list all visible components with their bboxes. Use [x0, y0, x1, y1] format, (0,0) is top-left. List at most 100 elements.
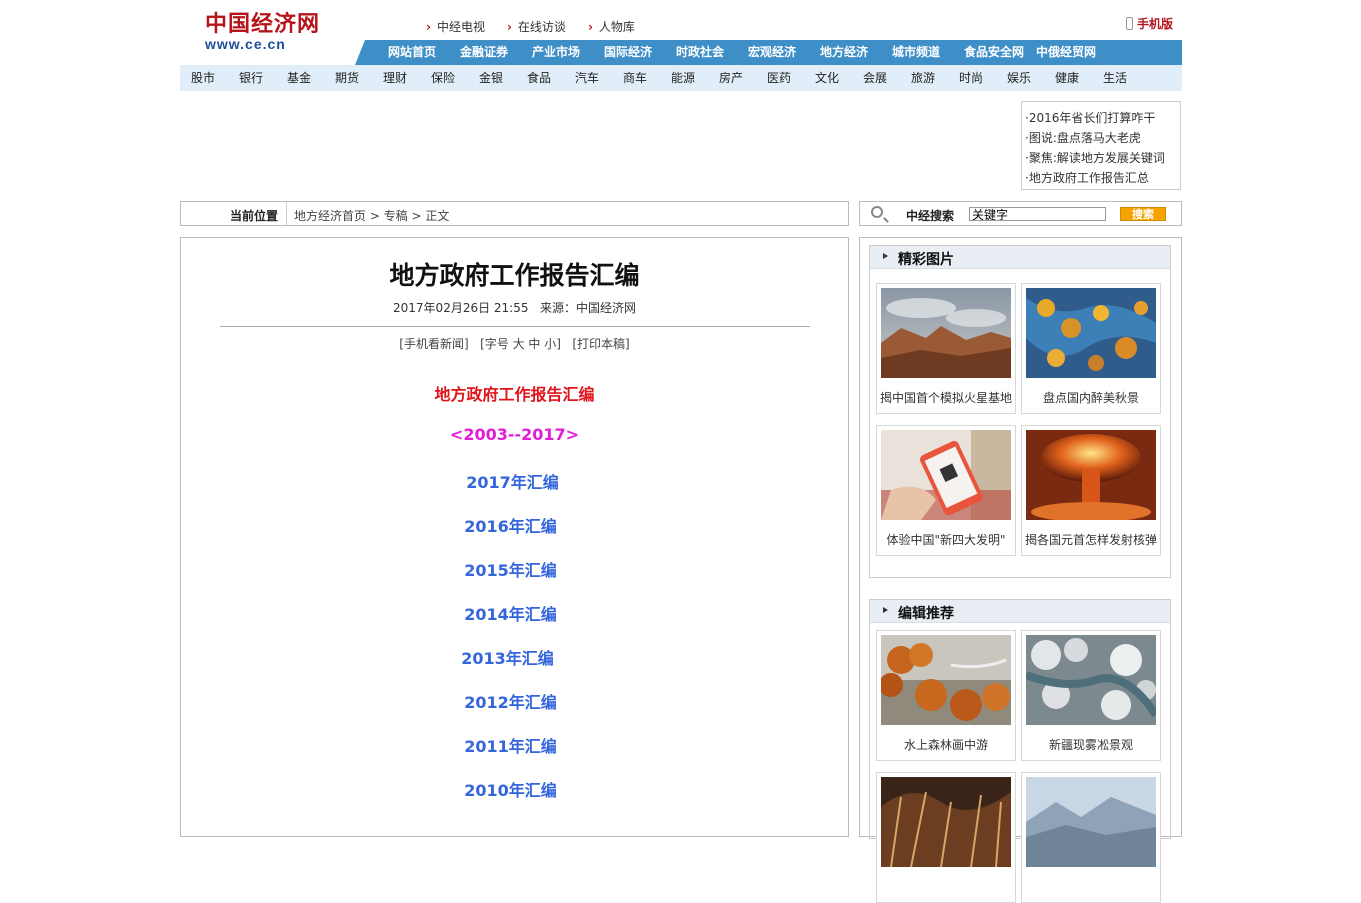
- autumn-scenery-photo: [1026, 288, 1156, 378]
- photo-caption: 揭各国元首怎样发射核弹: [1024, 533, 1157, 547]
- triangle-bullet-icon: [883, 607, 888, 613]
- sub-nav-item[interactable]: 健康: [1055, 65, 1103, 91]
- article-tools: [手机看新闻] [字号 大 中 小] [打印本稿]: [180, 335, 849, 352]
- main-nav-food-safety[interactable]: 食品安全网: [964, 40, 1036, 65]
- year-compilation-link[interactable]: 2015年汇编: [176, 557, 845, 581]
- photo-card[interactable]: 揭中国首个模拟火星基地: [876, 283, 1016, 414]
- main-nav-politics[interactable]: 时政社会: [676, 40, 748, 65]
- main-nav-industry[interactable]: 产业市场: [532, 40, 604, 65]
- sub-nav-item[interactable]: 保险: [431, 65, 479, 91]
- main-nav-home[interactable]: 网站首页: [388, 40, 460, 65]
- logo-chinese-text: 中国经济网: [205, 11, 321, 37]
- photo-card[interactable]: 揭各国元首怎样发射核弹: [1021, 425, 1161, 556]
- sub-nav-item[interactable]: 股市: [191, 65, 239, 91]
- sub-nav-item[interactable]: 旅游: [911, 65, 959, 91]
- top-links: 中经电视 在线访谈 人物库: [426, 18, 635, 36]
- sub-nav-item[interactable]: 银行: [239, 65, 287, 91]
- breadcrumb: 当前位置 地方经济首页 > 专稿 > 正文: [180, 201, 849, 226]
- photo-caption: 揭中国首个模拟火星基地: [879, 391, 1012, 405]
- sub-nav-item[interactable]: 金银: [479, 65, 527, 91]
- sub-nav-item[interactable]: 文化: [815, 65, 863, 91]
- article-heading: 地方政府工作报告汇编: [434, 385, 595, 404]
- breadcrumb-label: 当前位置: [230, 209, 279, 223]
- reed-field-photo: [881, 777, 1011, 867]
- triangle-bullet-icon: [883, 253, 888, 259]
- sub-nav-item[interactable]: 医药: [767, 65, 815, 91]
- year-compilation-link[interactable]: 2010年汇编: [176, 777, 845, 801]
- sub-nav-item[interactable]: 理财: [383, 65, 431, 91]
- search-button[interactable]: 搜索: [1120, 207, 1166, 221]
- main-nav-finance[interactable]: 金融证券: [460, 40, 532, 65]
- font-size-controls[interactable]: [字号 大 中 小]: [480, 337, 561, 351]
- photo-caption: 新疆现雾凇景观: [1048, 738, 1133, 752]
- sub-nav-item[interactable]: 会展: [863, 65, 911, 91]
- sub-nav-item[interactable]: 基金: [287, 65, 335, 91]
- mars-base-photo: [881, 288, 1011, 378]
- rime-landscape-photo: [1026, 635, 1156, 725]
- main-nav-china-russia[interactable]: 中俄经贸网: [1036, 40, 1108, 65]
- sub-nav-item[interactable]: 期货: [335, 65, 383, 91]
- sub-nav-item[interactable]: 食品: [527, 65, 575, 91]
- sub-nav-item[interactable]: 时尚: [959, 65, 1007, 91]
- headline-link[interactable]: 2016年省长们打算咋干: [1025, 108, 1180, 128]
- article-title: 地方政府工作报告汇编: [389, 261, 640, 290]
- phone-icon: [1126, 17, 1133, 30]
- top-link-interview[interactable]: 在线访谈: [507, 18, 566, 36]
- mobile-version-link[interactable]: 手机版: [1126, 15, 1173, 32]
- main-nav: 网站首页 金融证券 产业市场 国际经济 时政社会 宏观经济 地方经济 城市频道 …: [388, 40, 1108, 65]
- panel-title: 精彩图片: [898, 252, 954, 268]
- top-link-tv[interactable]: 中经电视: [426, 18, 485, 36]
- photo-caption: 盘点国内醉美秋景: [1042, 391, 1139, 405]
- sub-nav-item[interactable]: 商车: [623, 65, 671, 91]
- headline-link[interactable]: 聚焦:解读地方发展关键词: [1025, 148, 1180, 168]
- sub-nav-item[interactable]: 娱乐: [1007, 65, 1055, 91]
- sub-nav-item[interactable]: 能源: [671, 65, 719, 91]
- panel-title: 编辑推荐: [898, 606, 954, 622]
- sub-nav-item[interactable]: 汽车: [575, 65, 623, 91]
- year-compilation-link[interactable]: 2014年汇编: [176, 601, 845, 625]
- photo-card[interactable]: 新疆现雾凇景观: [1021, 630, 1161, 761]
- title-divider: [220, 326, 810, 327]
- photo-card[interactable]: [1021, 772, 1161, 903]
- main-nav-city[interactable]: 城市频道: [892, 40, 964, 65]
- search-label: 中经搜索: [906, 209, 955, 223]
- print-link[interactable]: [打印本稿]: [572, 337, 629, 351]
- article-source: 来源：中国经济网: [539, 301, 636, 315]
- year-compilation-link[interactable]: 2012年汇编: [176, 689, 845, 713]
- mobile-news-link[interactable]: [手机看新闻]: [399, 337, 468, 351]
- breadcrumb-path[interactable]: 地方经济首页 > 专稿 > 正文: [294, 207, 449, 224]
- search-input[interactable]: [969, 207, 1106, 221]
- headline-link[interactable]: 地方政府工作报告汇总: [1025, 168, 1180, 188]
- nuclear-explosion-photo: [1026, 430, 1156, 520]
- article-year-range: <2003--2017>: [449, 425, 580, 444]
- mobile-payment-photo: [881, 430, 1011, 520]
- photo-card[interactable]: [876, 772, 1016, 903]
- year-compilation-link[interactable]: 2011年汇编: [176, 733, 845, 757]
- sub-nav-item[interactable]: 生活: [1103, 65, 1151, 91]
- year-compilation-link[interactable]: 2016年汇编: [176, 513, 845, 537]
- photo-caption: 水上森林画中游: [903, 738, 988, 752]
- article-date: 2017年02月26日 21:55: [393, 301, 529, 315]
- photo-card[interactable]: 盘点国内醉美秋景: [1021, 283, 1161, 414]
- year-compilation-link[interactable]: 2017年汇编: [178, 469, 847, 493]
- water-forest-photo: [881, 635, 1011, 725]
- main-nav-notch: [355, 40, 365, 65]
- photo-caption: 体验中国"新四大发明": [886, 533, 1006, 547]
- panel-header: 精彩图片: [870, 246, 1170, 269]
- sub-nav-item[interactable]: 房产: [719, 65, 767, 91]
- headline-link[interactable]: 图说:盘点落马大老虎: [1025, 128, 1180, 148]
- sub-nav: 股市 银行 基金 期货 理财 保险 金银 食品 汽车 商车 能源 房产 医药 文…: [191, 65, 1151, 91]
- article-meta: 2017年02月26日 21:55 来源：中国经济网: [180, 299, 849, 316]
- main-nav-macro[interactable]: 宏观经济: [748, 40, 820, 65]
- photo-card[interactable]: 体验中国"新四大发明": [876, 425, 1016, 556]
- main-nav-international[interactable]: 国际经济: [604, 40, 676, 65]
- search-bar: 中经搜索 搜索: [859, 201, 1182, 226]
- mobile-version-label: 手机版: [1137, 17, 1174, 31]
- top-link-people[interactable]: 人物库: [588, 18, 635, 36]
- main-nav-local[interactable]: 地方经济: [820, 40, 892, 65]
- site-logo[interactable]: 中国经济网 www.ce.cn: [205, 12, 335, 54]
- year-compilation-link[interactable]: 2013年汇编: [173, 645, 842, 669]
- mountain-photo: [1026, 777, 1156, 867]
- photo-card[interactable]: 水上森林画中游: [876, 630, 1016, 761]
- headline-links-box: 2016年省长们打算咋干 图说:盘点落马大老虎 聚焦:解读地方发展关键词 地方政…: [1021, 101, 1181, 190]
